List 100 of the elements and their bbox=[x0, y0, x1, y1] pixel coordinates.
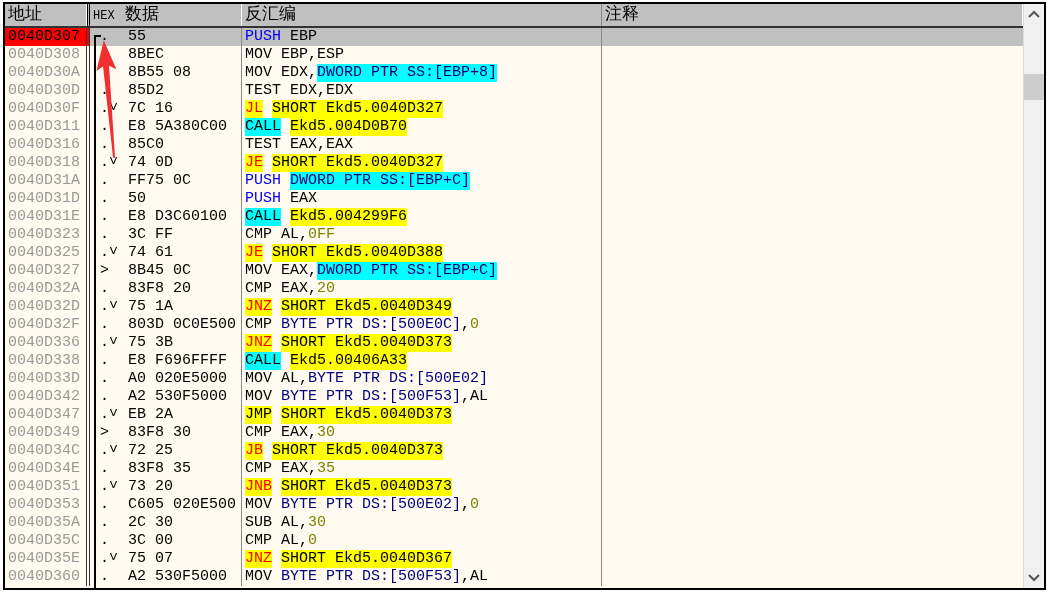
mnemonic: JMP bbox=[245, 406, 272, 424]
operand: EAX bbox=[289, 190, 318, 208]
address-cell[interactable]: 0040D31D bbox=[5, 190, 90, 208]
flow-marker: .˅ bbox=[100, 298, 119, 316]
flow-marker: > bbox=[100, 424, 110, 442]
hex-bytes: 2C 30 bbox=[128, 514, 173, 532]
address-cell[interactable]: 0040D311 bbox=[5, 118, 90, 136]
address-cell[interactable]: 0040D32A bbox=[5, 280, 90, 298]
address-cell[interactable]: 0040D325 bbox=[5, 244, 90, 262]
flow-marker: .˅ bbox=[100, 550, 119, 568]
operand: SHORT Ekd5.0040D373 bbox=[281, 406, 453, 424]
flow-marker: . bbox=[100, 280, 110, 298]
address-cell[interactable]: 0040D307 bbox=[5, 28, 90, 46]
address-cell[interactable]: 0040D318 bbox=[5, 154, 90, 172]
operand: SHORT Ekd5.0040D388 bbox=[272, 244, 444, 262]
flow-marker: . bbox=[100, 208, 110, 226]
operand: TEST EDX,EDX bbox=[245, 82, 354, 100]
address-cell[interactable]: 0040D31A bbox=[5, 172, 90, 190]
address-cell[interactable]: 0040D34E bbox=[5, 460, 90, 478]
operand: EBP bbox=[289, 28, 318, 46]
column-header[interactable]: 反汇编 bbox=[242, 4, 602, 26]
operand: 30 bbox=[308, 514, 327, 532]
address-cell[interactable]: 0040D316 bbox=[5, 136, 90, 154]
operand: Ekd5.004D0B70 bbox=[290, 118, 408, 136]
address-cell[interactable]: 0040D35A bbox=[5, 514, 90, 532]
address-cell[interactable]: 0040D35E bbox=[5, 550, 90, 568]
operand: BYTE PTR DS:[500E02] bbox=[281, 496, 462, 514]
hex-bytes: EB 2A bbox=[128, 406, 173, 424]
hex-bytes: 83F8 35 bbox=[128, 460, 191, 478]
address-cell[interactable]: 0040D308 bbox=[5, 46, 90, 64]
address-cell[interactable]: 0040D34C bbox=[5, 442, 90, 460]
operand: 0 bbox=[470, 496, 480, 514]
mnemonic: JNB bbox=[245, 478, 272, 496]
operand: BYTE PTR DS:[500E02] bbox=[308, 370, 489, 388]
address-cell[interactable]: 0040D30D bbox=[5, 82, 90, 100]
hex-bytes: 8BEC bbox=[128, 46, 164, 64]
address-cell[interactable]: 0040D336 bbox=[5, 334, 90, 352]
flow-marker: . bbox=[100, 226, 110, 244]
flow-marker: . bbox=[100, 172, 110, 190]
hex-bytes: 74 61 bbox=[128, 244, 173, 262]
address-cell[interactable]: 0040D30F bbox=[5, 100, 90, 118]
hex-bytes: A2 530F5000 bbox=[128, 388, 228, 406]
hex-bytes: 803D 0C0E500 bbox=[128, 316, 237, 334]
address-cell[interactable]: 0040D349 bbox=[5, 424, 90, 442]
operand: SHORT Ekd5.0040D373 bbox=[281, 478, 453, 496]
address-cell[interactable]: 0040D338 bbox=[5, 352, 90, 370]
mnemonic: JNZ bbox=[245, 550, 272, 568]
hex-bytes: 85D2 bbox=[128, 82, 164, 100]
operand: SHORT Ekd5.0040D349 bbox=[281, 298, 453, 316]
flow-marker: . bbox=[100, 370, 110, 388]
operand: 0 bbox=[308, 532, 318, 550]
operand: CMP EAX, bbox=[245, 424, 317, 442]
flow-marker: . bbox=[100, 460, 110, 478]
scroll-up-icon[interactable] bbox=[1028, 10, 1040, 18]
operand: MOV bbox=[245, 496, 273, 514]
operand: TEST EAX,EAX bbox=[245, 136, 354, 154]
operand: 0 bbox=[470, 316, 480, 334]
flow-marker: . bbox=[100, 514, 110, 532]
operand: SHORT Ekd5.0040D327 bbox=[272, 154, 444, 172]
address-cell[interactable]: 0040D342 bbox=[5, 388, 90, 406]
hex-bytes: E8 5A380C00 bbox=[128, 118, 228, 136]
hex-bytes: 72 25 bbox=[128, 442, 173, 460]
hex-bytes: 8B45 0C bbox=[128, 262, 191, 280]
operand: SUB AL, bbox=[245, 514, 308, 532]
address-cell[interactable]: 0040D31E bbox=[5, 208, 90, 226]
flow-marker: . bbox=[100, 118, 110, 136]
address-cell[interactable]: 0040D323 bbox=[5, 226, 90, 244]
hex-bytes: 8B55 08 bbox=[128, 64, 191, 82]
address-cell[interactable]: 0040D327 bbox=[5, 262, 90, 280]
address-cell[interactable]: 0040D32F bbox=[5, 316, 90, 334]
address-cell[interactable]: 0040D360 bbox=[5, 568, 90, 586]
flow-marker: .˅ bbox=[100, 334, 119, 352]
hex-bytes: 83F8 30 bbox=[128, 424, 191, 442]
address-cell[interactable]: 0040D353 bbox=[5, 496, 90, 514]
address-cell[interactable]: 0040D32D bbox=[5, 298, 90, 316]
scroll-down-icon[interactable] bbox=[1028, 574, 1040, 582]
operand: DWORD PTR SS:[EBP+C] bbox=[317, 262, 498, 280]
scroll-thumb[interactable] bbox=[1024, 74, 1044, 100]
flow-marker: . bbox=[100, 532, 110, 550]
flow-marker: . bbox=[100, 190, 110, 208]
mnemonic: CALL bbox=[245, 118, 281, 136]
address-cell[interactable]: 0040D347 bbox=[5, 406, 90, 424]
scrollbar[interactable] bbox=[1023, 4, 1044, 588]
mnemonic: JNZ bbox=[245, 298, 272, 316]
flow-marker: .˅ bbox=[100, 442, 119, 460]
mnemonic: CALL bbox=[245, 352, 281, 370]
mnemonic: JE bbox=[245, 244, 263, 262]
hex-bytes: 85C0 bbox=[128, 136, 164, 154]
flow-marker: . bbox=[100, 388, 110, 406]
mnemonic: JL bbox=[245, 100, 263, 118]
mnemonic: JNZ bbox=[245, 334, 272, 352]
address-cell[interactable]: 0040D35C bbox=[5, 532, 90, 550]
address-cell[interactable]: 0040D30A bbox=[5, 64, 90, 82]
flow-marker: .˅ bbox=[100, 244, 119, 262]
hex-bytes: 74 0D bbox=[128, 154, 173, 172]
operand: CMP AL, bbox=[245, 532, 308, 550]
column-header[interactable]: 地址 bbox=[5, 4, 87, 26]
address-cell[interactable]: 0040D351 bbox=[5, 478, 90, 496]
address-cell[interactable]: 0040D33D bbox=[5, 370, 90, 388]
operand: DWORD PTR SS:[EBP+C] bbox=[290, 172, 471, 190]
